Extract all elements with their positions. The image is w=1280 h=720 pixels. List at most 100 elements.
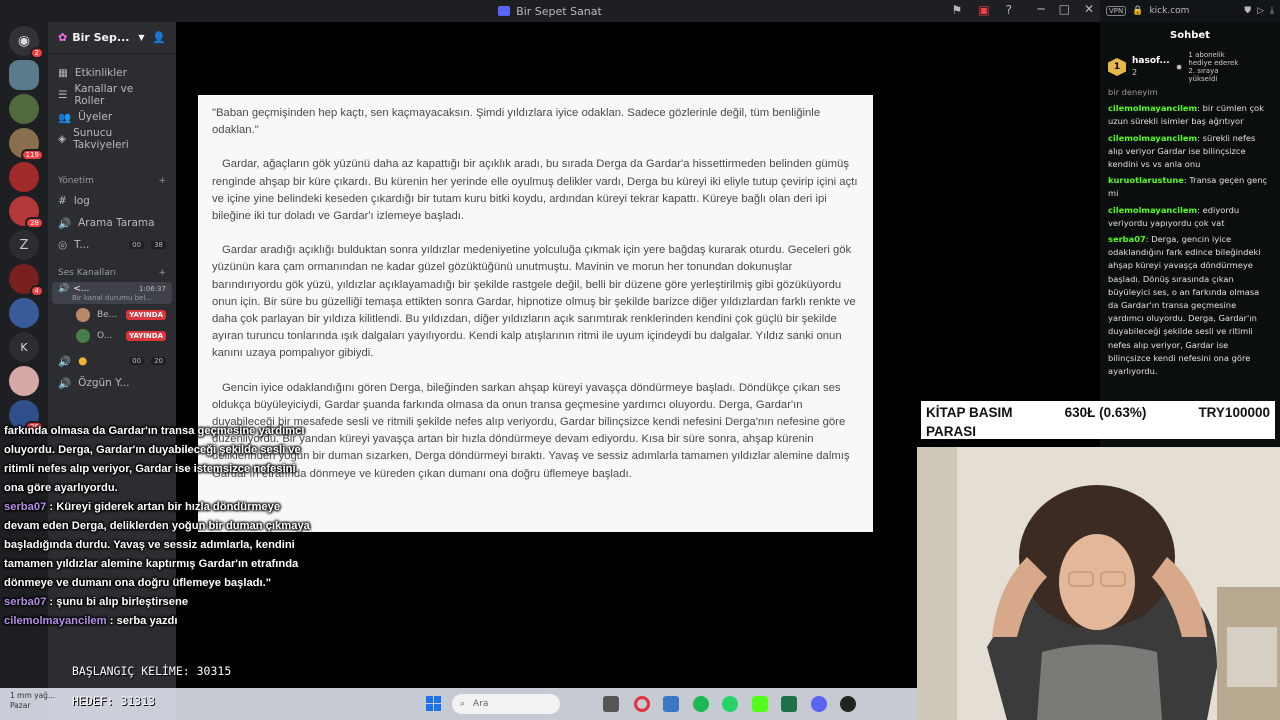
channel-label: T... [74, 239, 90, 251]
server-icon[interactable] [9, 94, 39, 124]
chat-messages: bir deneyim cilemolmayancilem: bir cümle… [1100, 86, 1280, 378]
play-icon[interactable]: ▷ [1257, 6, 1264, 16]
channel-log[interactable]: # log [48, 190, 176, 212]
server-name: Bir Sep... [72, 31, 130, 44]
discord-app-icon[interactable] [811, 696, 827, 712]
voice-user[interactable]: Be... YAYINDA [48, 304, 176, 325]
discord-home-icon[interactable]: ◉ 2 [9, 26, 44, 59]
voice-channel-active[interactable]: 🔊 <... 1:06:37 Bir kanal durumu bel... [52, 282, 172, 304]
channel-label: log [73, 195, 90, 207]
store-icon[interactable] [663, 696, 679, 712]
chat-text: Derga, gencin iyice odaklandığını fark e… [1108, 234, 1261, 377]
url-field[interactable]: kick.com [1149, 6, 1189, 16]
sub-notice: 1 abonelik hediye ederek 2. sıraya yükse… [1188, 51, 1239, 83]
donation-goal: TRY100000 [1198, 405, 1270, 420]
gift-icon: ✹ [1175, 62, 1183, 72]
opera-icon[interactable] [634, 696, 650, 712]
chat-username[interactable]: cilemolmayancilem [1108, 103, 1197, 113]
download-icon[interactable]: ⤓ [1270, 6, 1274, 16]
add-channel-icon[interactable]: + [158, 268, 166, 278]
nav-members[interactable]: 👥 Üyeler [48, 106, 176, 128]
window-title: Bir Sepet Sanat [516, 4, 602, 18]
window-title-group: Bir Sepet Sanat [498, 5, 602, 18]
server-icon[interactable]: Z [9, 230, 39, 260]
server-icon[interactable] [9, 366, 39, 396]
top-user-name: hasof... [1132, 56, 1170, 66]
nav-label: Kanallar ve Roller [74, 83, 134, 107]
chat-message-partial: bir deneyim [1108, 87, 1158, 97]
server-icon[interactable]: K [9, 332, 39, 362]
server-icon[interactable]: 28 [9, 196, 44, 229]
taskbar-search[interactable]: ⌕ Ara [452, 694, 560, 714]
shield-icon[interactable]: ⛊ [1244, 6, 1251, 16]
channel-status: Bir kanal durumu bel... [72, 294, 153, 302]
server-icon[interactable] [9, 60, 39, 90]
chat-username[interactable]: serba07 [1108, 234, 1146, 244]
doc-paragraph: Gardar, ağaçların gök yüzünü daha az kap… [212, 158, 858, 223]
nav-channels-roles[interactable]: ☰ Kanallar ve Roller [48, 83, 176, 107]
pin-icon[interactable]: ⚑ [952, 3, 963, 17]
server-boost-icon: ✿ [58, 31, 68, 44]
chat-username[interactable]: kuruotlarustune [1108, 175, 1184, 185]
user-limit: 38 [151, 241, 166, 249]
server-header[interactable]: ✿ Bir Sep... ▼ 👤 [48, 22, 176, 54]
weather-widget[interactable]: 1 mm yağ... Pazar [10, 691, 55, 711]
server-icon[interactable]: 4 [9, 264, 44, 297]
channel-arama-tarama[interactable]: 🔊 Arama Tarama [48, 212, 176, 234]
gift-leaderboard: 1 hasof... 2 ✹ 1 abonelik hediye ederek … [1100, 48, 1280, 86]
rank-badge: 1 [1108, 58, 1126, 76]
file-explorer-icon[interactable] [603, 696, 619, 712]
notification-badge: 28 [25, 217, 44, 229]
nav-events[interactable]: ▦ Etkinlikler [48, 62, 176, 84]
top-user[interactable]: hasof... 2 [1132, 56, 1170, 78]
app-icon [498, 6, 511, 16]
add-user-icon[interactable]: 👤 [152, 31, 166, 44]
channel-label: Özgün Y... [78, 377, 130, 389]
voice-user[interactable]: O... YAYINDA [48, 325, 176, 346]
server-icon[interactable]: 119 [9, 128, 44, 161]
screen-share-icon[interactable]: ▣ [978, 3, 989, 17]
maximize-button[interactable]: □ [1059, 2, 1070, 16]
nav-label: Üyeler [78, 111, 113, 123]
nav-label: Etkinlikler [74, 67, 127, 79]
overlay-username: cilemolmayancilem [4, 615, 107, 627]
help-icon[interactable]: ? [1006, 3, 1012, 17]
chat-message: kuruotlarustune: Transa geçen genç mi [1108, 175, 1268, 199]
overlay-message: serba07 : Küreyi giderek artan bir hızla… [4, 498, 316, 593]
category-yonetim[interactable]: Yönetim + [48, 172, 176, 190]
user-limit: 20 [151, 357, 166, 365]
voice-channel[interactable]: 🔊 Özgün Y... [48, 372, 176, 394]
voice-channel[interactable]: 🔊 ● 00 20 [48, 350, 176, 372]
minimize-button[interactable]: ─ [1037, 2, 1044, 16]
title-bar: Bir Sepet Sanat ⚑ ▣ ? ─ □ ✕ [0, 0, 1100, 22]
notification-badge: 4 [29, 285, 44, 297]
obs-icon[interactable] [840, 696, 856, 712]
browser-bar: VPN 🔒 kick.com ⛊ ▷ ⤓ [1100, 0, 1280, 22]
vpn-badge[interactable]: VPN [1106, 6, 1127, 16]
spotify-icon[interactable] [693, 696, 709, 712]
notification-badge: 2 [29, 47, 44, 59]
channel-stage[interactable]: ◎ T... 00 38 [48, 234, 176, 256]
channel-label: Arama Tarama [78, 217, 155, 229]
excel-icon[interactable] [781, 696, 797, 712]
boost-icon: ◈ [58, 133, 67, 145]
donation-row: KİTAP BASIM 630Ł (0.63%) TRY100000 [926, 403, 1270, 422]
add-channel-icon[interactable]: + [158, 176, 166, 186]
category-ses-kanallari[interactable]: Ses Kanalları + [48, 264, 176, 282]
notification-badge: 119 [20, 149, 44, 161]
top-user-count: 2 [1132, 68, 1138, 77]
voice-connected-icon: 🔊 [58, 284, 70, 294]
nav-label: Sunucu Takviyeleri [73, 127, 129, 151]
donation-title: KİTAP BASIM [926, 405, 1013, 420]
server-icon[interactable] [9, 162, 39, 192]
whatsapp-icon[interactable] [722, 696, 738, 712]
chat-username[interactable]: cilemolmayancilem [1108, 205, 1197, 215]
kick-app-icon[interactable] [752, 696, 768, 712]
chat-message: serba07: Derga, gencin iyice odaklandığı… [1108, 234, 1261, 377]
user-count: 00 [129, 357, 145, 365]
windows-start-icon[interactable] [426, 696, 441, 711]
server-icon[interactable] [9, 298, 39, 328]
chat-username[interactable]: cilemolmayancilem [1108, 133, 1197, 143]
close-button[interactable]: ✕ [1084, 2, 1094, 16]
nav-server-boosts[interactable]: ◈ Sunucu Takviyeleri [48, 127, 176, 151]
